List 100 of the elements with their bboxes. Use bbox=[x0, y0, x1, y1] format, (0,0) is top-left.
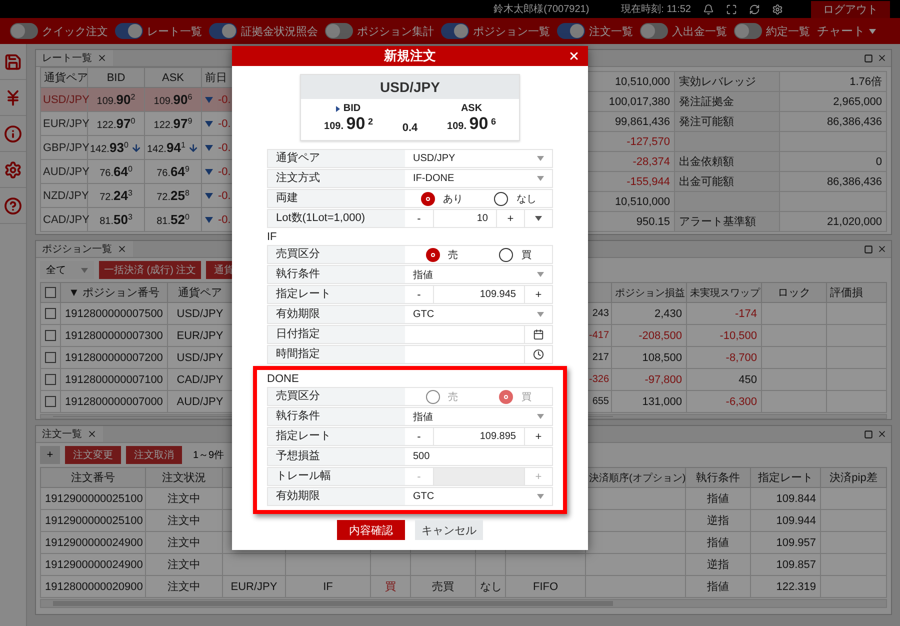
column-header: 執行条件 bbox=[686, 468, 750, 488]
table-cell: 86,386,436 bbox=[780, 172, 886, 192]
ask-price: 72.25$^{8}$ bbox=[156, 188, 190, 203]
ask-label: ASK bbox=[460, 103, 482, 114]
table-cell: USD/JPY bbox=[168, 346, 232, 368]
column-header: 通貨ペア bbox=[168, 282, 232, 302]
change-value: -0. bbox=[218, 166, 231, 178]
field-label: 執行条件 bbox=[268, 408, 405, 425]
quote-pair: USD/JPY bbox=[301, 75, 519, 99]
change-value: -0. bbox=[218, 214, 231, 226]
option-label: あり bbox=[442, 192, 463, 206]
column-header: 注文状況 bbox=[146, 468, 222, 488]
table-cell: -8,700 bbox=[686, 346, 762, 368]
table-cell: 注文中 bbox=[146, 510, 222, 532]
table-cell: EUR/JPY bbox=[222, 576, 286, 598]
table-cell: 発注証拠金 bbox=[674, 92, 780, 112]
table-cell: 109.944 bbox=[750, 510, 820, 532]
field-label: 有効期限 bbox=[268, 306, 405, 323]
table-cell: 注文中 bbox=[146, 576, 222, 598]
column-header: 指定レート bbox=[750, 468, 820, 488]
table-cell: 1912900000025100 bbox=[40, 510, 146, 532]
table-cell: -6,300 bbox=[686, 390, 762, 412]
table-cell: -28,374 bbox=[586, 152, 674, 172]
field-label: 執行条件 bbox=[268, 266, 405, 283]
table-cell: 122.319 bbox=[750, 576, 820, 598]
ask-price: 81.52$^{0}$ bbox=[156, 212, 190, 227]
table-cell: 21,020,000 bbox=[780, 212, 886, 232]
user-name: 鈴木太郎様(7007921) bbox=[494, 2, 590, 16]
table-cell: 売買 bbox=[410, 576, 476, 598]
table-cell: -127,570 bbox=[586, 132, 674, 152]
table-cell: 108,500 bbox=[612, 346, 686, 368]
table-cell: 1.76倍 bbox=[780, 72, 886, 92]
table-cell: 出金依頼額 bbox=[674, 152, 780, 172]
ask-price: 142.94$^{1}$ bbox=[147, 140, 186, 155]
table-cell: 指値 bbox=[686, 488, 750, 510]
dialog-title: 新規注文 bbox=[383, 47, 437, 65]
section-title: IF bbox=[267, 231, 278, 243]
field-label: Lot数(1Lot=1,000) bbox=[268, 210, 405, 227]
table-cell: FIFO bbox=[506, 576, 586, 598]
table-cell: CAD/JPY bbox=[40, 208, 88, 232]
table-cell: 逆指 bbox=[686, 510, 750, 532]
table-cell: 注文中 bbox=[146, 488, 222, 510]
column-header: ポジション損益 bbox=[612, 282, 686, 302]
table-cell: 注文中 bbox=[146, 532, 222, 554]
table-cell: アラート基準額 bbox=[674, 212, 780, 232]
table-cell: 950.15 bbox=[586, 212, 674, 232]
table-cell: 1912800000007500 bbox=[60, 302, 168, 324]
field-label: 有効期限 bbox=[268, 488, 405, 505]
table-cell: 2,430 bbox=[612, 302, 686, 324]
bid-label: BID bbox=[343, 103, 361, 114]
field-label: 指定レート bbox=[268, 286, 405, 303]
table-cell: -174 bbox=[686, 302, 762, 324]
option-label: 売 bbox=[448, 390, 458, 404]
table-cell: -97,800 bbox=[612, 368, 686, 390]
table-cell: 1912900000025100 bbox=[40, 488, 146, 510]
clock-text: 現在時刻: 11:52 bbox=[621, 2, 691, 16]
table-cell: 発注可能額 bbox=[674, 112, 780, 132]
table-cell: 指値 bbox=[686, 576, 750, 598]
field-label: 両建 bbox=[268, 190, 405, 207]
field-label: 時間指定 bbox=[268, 346, 405, 363]
table-cell: -155,944 bbox=[586, 172, 674, 192]
option-label: なし bbox=[516, 192, 536, 206]
field-label: 売買区分 bbox=[268, 246, 405, 263]
option-label: 買 bbox=[521, 248, 532, 262]
table-cell: AUD/JPY bbox=[168, 390, 232, 412]
field-label: 注文方式 bbox=[268, 170, 405, 187]
table-cell: 109.857 bbox=[750, 554, 820, 576]
field-label: トレール幅 bbox=[268, 468, 405, 485]
bid-price: 72.24$^{3}$ bbox=[100, 188, 132, 203]
option-label: 買 bbox=[521, 390, 532, 404]
ask-price: 109.90$^{6}$ bbox=[154, 92, 192, 107]
table-cell: 実効レバレッジ bbox=[674, 72, 780, 92]
column-header: 未実現スワップ bbox=[686, 282, 762, 302]
table-cell: 1912900000024900 bbox=[40, 554, 146, 576]
option-label: 売 bbox=[448, 248, 458, 262]
field-label: 予想損益 bbox=[268, 448, 405, 465]
ask-price: 76.64$^{9}$ bbox=[156, 164, 190, 179]
field-label: 指定レート bbox=[268, 428, 405, 445]
table-cell: 450 bbox=[686, 368, 762, 390]
table-cell: 86,386,436 bbox=[780, 112, 886, 132]
table-cell: 1912800000020900 bbox=[40, 576, 146, 598]
table-cell: 10,510,000 bbox=[586, 72, 674, 92]
table-cell: 買 bbox=[370, 576, 410, 598]
column-header: ASK bbox=[144, 68, 202, 88]
change-value: -0. bbox=[218, 118, 231, 130]
column-header: 評価損 bbox=[826, 282, 886, 302]
table-cell: -10,500 bbox=[686, 324, 762, 346]
table-cell: 出金可能額 bbox=[674, 172, 780, 192]
column-header: ロック bbox=[762, 282, 826, 302]
table-cell: なし bbox=[476, 576, 506, 598]
table-cell: 1912800000007200 bbox=[60, 346, 168, 368]
ask-price: 109. 90 $^{6}$ bbox=[446, 114, 497, 134]
table-cell: CAD/JPY bbox=[168, 368, 232, 390]
ask-price: 122.97$^{9}$ bbox=[154, 116, 192, 131]
table-cell: 10,510,000 bbox=[586, 192, 674, 212]
table-cell: 109.957 bbox=[750, 532, 820, 554]
table-cell: 逆指 bbox=[686, 554, 750, 576]
table-cell: 指値 bbox=[686, 532, 750, 554]
table-cell: 1912800000007300 bbox=[60, 324, 168, 346]
table-cell: 99,861,436 bbox=[586, 112, 674, 132]
